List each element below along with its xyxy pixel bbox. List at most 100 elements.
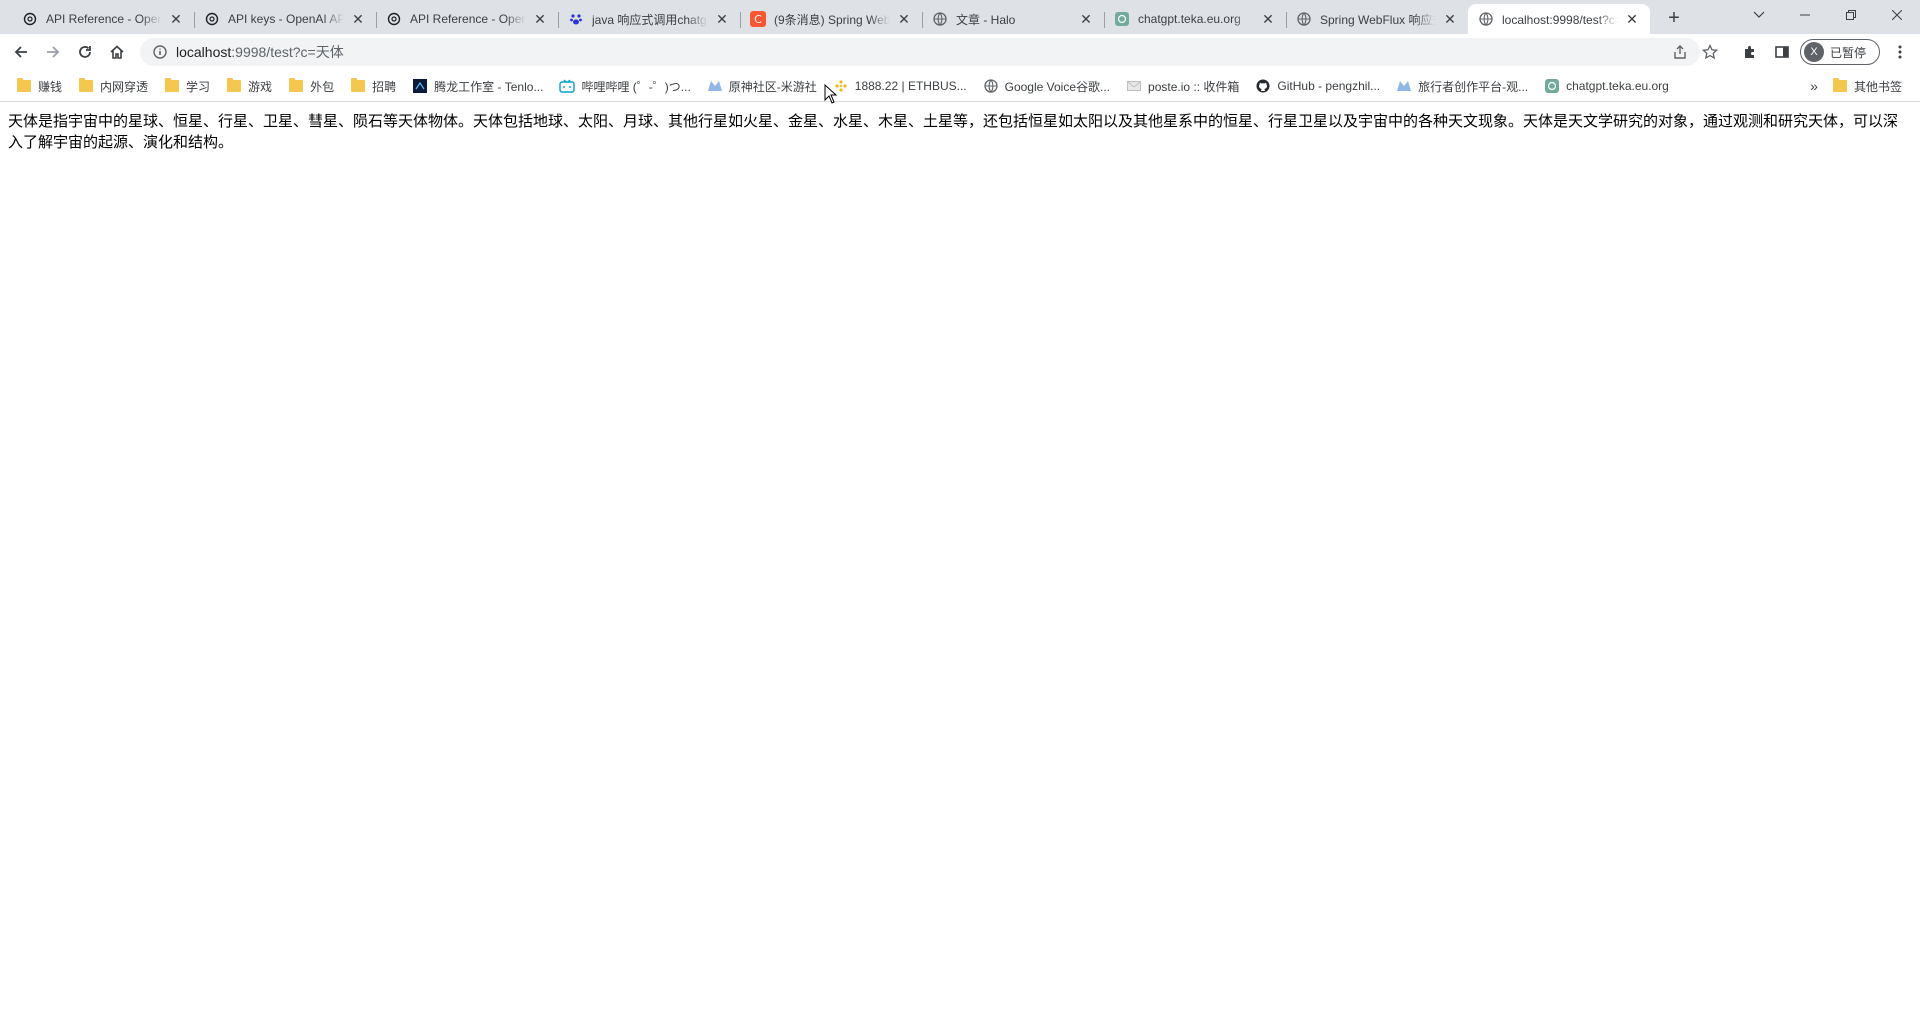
chatgpt-icon: [1544, 78, 1560, 94]
profile-button[interactable]: X 已暂停: [1800, 39, 1880, 65]
tab-title: 文章 - Halo: [956, 12, 1016, 27]
globe-icon: [1478, 11, 1494, 27]
close-icon: [1892, 10, 1902, 20]
mouse-cursor-icon: [824, 84, 838, 104]
tab[interactable]: C (9条消息) Spring WebFlux ✕: [740, 4, 922, 34]
reload-button[interactable]: [71, 38, 99, 66]
openai-icon: [386, 11, 402, 27]
close-tab-icon[interactable]: ✕: [350, 11, 366, 27]
close-tab-icon[interactable]: ✕: [1442, 11, 1458, 27]
tab[interactable]: Spring WebFlux 响应式 ✕: [1286, 4, 1468, 34]
baidu-paw-icon: [568, 11, 584, 27]
folder-icon: [78, 78, 94, 94]
bookmark-label: 旅行者创作平台-观...: [1418, 79, 1529, 94]
home-icon: [110, 45, 124, 59]
tab-title: API Reference - OpenAI API: [410, 12, 526, 26]
globe-icon: [932, 11, 948, 27]
extensions-button[interactable]: [1736, 38, 1764, 66]
bookmark-label: 1888.22 | ETHBUS...: [854, 79, 967, 93]
bookmark-item[interactable]: 旅行者创作平台-观...: [1388, 72, 1536, 100]
github-icon: [1255, 78, 1271, 94]
menu-button[interactable]: [1886, 38, 1914, 66]
tab-title: API Reference - OpenAI API: [46, 12, 162, 26]
globe-icon: [983, 78, 999, 94]
bookmarks-overflow-button[interactable]: »: [1802, 74, 1826, 98]
avatar: X: [1804, 42, 1824, 62]
site-info-icon[interactable]: [152, 44, 168, 60]
share-button[interactable]: [1666, 38, 1694, 66]
bookmark-item[interactable]: 哔哩哔哩 (゜-゜)つ...: [551, 72, 698, 100]
folder-icon: [350, 78, 366, 94]
bookmark-item[interactable]: 学习: [156, 72, 218, 100]
bookmark-star-button[interactable]: [1696, 38, 1724, 66]
bookmark-label: 赚钱: [38, 79, 63, 94]
arrow-right-icon: [47, 46, 60, 58]
tab-title: localhost:9998/test?c=天体: [1502, 12, 1618, 27]
folder-icon: [226, 78, 242, 94]
bookmark-item[interactable]: 内网穿透: [70, 72, 156, 100]
bookmark-item[interactable]: 招聘: [342, 72, 404, 100]
tab-active[interactable]: localhost:9998/test?c=天体 ✕: [1468, 4, 1650, 34]
reload-icon: [79, 46, 91, 58]
response-text: 天体是指宇宙中的星球、恒星、行星、卫星、彗星、陨石等天体物体。天体包括地球、太阳…: [8, 112, 1899, 151]
bookmark-item[interactable]: 原神社区-米游社: [699, 72, 825, 100]
bookmark-item[interactable]: 赚钱: [8, 72, 70, 100]
bookmark-item[interactable]: 1888.22 | ETHBUS...: [825, 72, 975, 100]
close-tab-icon[interactable]: ✕: [896, 11, 912, 27]
side-panel-button[interactable]: [1768, 38, 1796, 66]
browser-toolbar: localhost:9998/test?c=天体 X 已暂停: [0, 34, 1920, 70]
bookmark-item[interactable]: chatgpt.teka.eu.org: [1536, 72, 1677, 100]
close-tab-icon[interactable]: ✕: [1260, 11, 1276, 27]
tab[interactable]: API keys - OpenAI API ✕: [194, 4, 376, 34]
close-window-button[interactable]: [1874, 0, 1920, 30]
tab-strip: API Reference - OpenAI API✕API keys - Op…: [0, 0, 1920, 34]
address-bar[interactable]: localhost:9998/test?c=天体: [140, 38, 1700, 66]
other-bookmarks-label: 其他书签: [1854, 79, 1903, 94]
bookmark-item[interactable]: Google Voice谷歌...: [975, 72, 1118, 100]
bookmark-item[interactable]: 游戏: [218, 72, 280, 100]
folder-icon: [164, 78, 180, 94]
home-button[interactable]: [103, 38, 131, 66]
double-chevron-right-icon: »: [1810, 78, 1818, 94]
share-icon: [1674, 45, 1686, 59]
close-tab-icon[interactable]: ✕: [168, 11, 184, 27]
bookmark-item[interactable]: 腾龙工作室 - Tenlo...: [404, 72, 551, 100]
close-tab-icon[interactable]: ✕: [714, 11, 730, 27]
tab[interactable]: chatgpt.teka.eu.org ✕: [1104, 4, 1286, 34]
tab-title: API keys - OpenAI API: [228, 12, 344, 26]
profile-status-label: 已暂停: [1830, 45, 1867, 60]
tab[interactable]: java 响应式调用chatgpt ✕: [558, 4, 740, 34]
miyoushe-icon: [1396, 78, 1412, 94]
tab[interactable]: API Reference - OpenAI API ✕: [376, 4, 558, 34]
close-tab-icon[interactable]: ✕: [1624, 11, 1640, 27]
other-bookmarks-folder[interactable]: 其他书签: [1832, 72, 1902, 100]
restore-button[interactable]: [1828, 0, 1874, 30]
bookmark-item[interactable]: GitHub - pengzhil...: [1247, 72, 1388, 100]
bookmark-label: Google Voice谷歌...: [1004, 79, 1111, 94]
bookmark-label: 原神社区-米游社: [728, 79, 817, 94]
bookmark-item[interactable]: 外包: [280, 72, 342, 100]
minimize-button[interactable]: [1782, 0, 1828, 30]
restore-icon: [1846, 10, 1856, 20]
close-tab-icon[interactable]: ✕: [532, 11, 548, 27]
bookmark-item[interactable]: poste.io :: 收件箱: [1118, 72, 1247, 100]
page-content: 天体是指宇宙中的星球、恒星、行星、卫星、彗星、陨石等天体物体。天体包括地球、太阳…: [0, 103, 1920, 1032]
bookmark-label: 招聘: [372, 79, 397, 94]
bookmark-label: 腾龙工作室 - Tenlo...: [434, 79, 544, 94]
openai-icon: [22, 11, 38, 27]
close-tab-icon[interactable]: ✕: [1078, 11, 1094, 27]
folder-icon: [288, 78, 304, 94]
bookmarks-list: 赚钱 内网穿透 学习 游戏 外包 招聘 腾龙工作室 - Tenlo... 哔哩哔哩 (゜-゜)…: [8, 70, 1677, 102]
bookmark-label: 游戏: [248, 79, 273, 94]
tab[interactable]: API Reference - OpenAI API ✕: [12, 4, 194, 34]
tab-title: java 响应式调用chatgpt: [592, 12, 708, 27]
new-tab-button[interactable]: +: [1662, 6, 1686, 30]
bookmark-label: 学习: [186, 79, 211, 94]
minimize-icon: [1800, 14, 1810, 16]
tab[interactable]: 文章 - Halo ✕: [922, 4, 1104, 34]
forward-button[interactable]: [39, 38, 67, 66]
tab-search-button[interactable]: [1736, 0, 1782, 30]
bookmark-label: 内网穿透: [100, 79, 149, 94]
back-button[interactable]: [7, 38, 35, 66]
bilibili-icon: [559, 78, 576, 94]
